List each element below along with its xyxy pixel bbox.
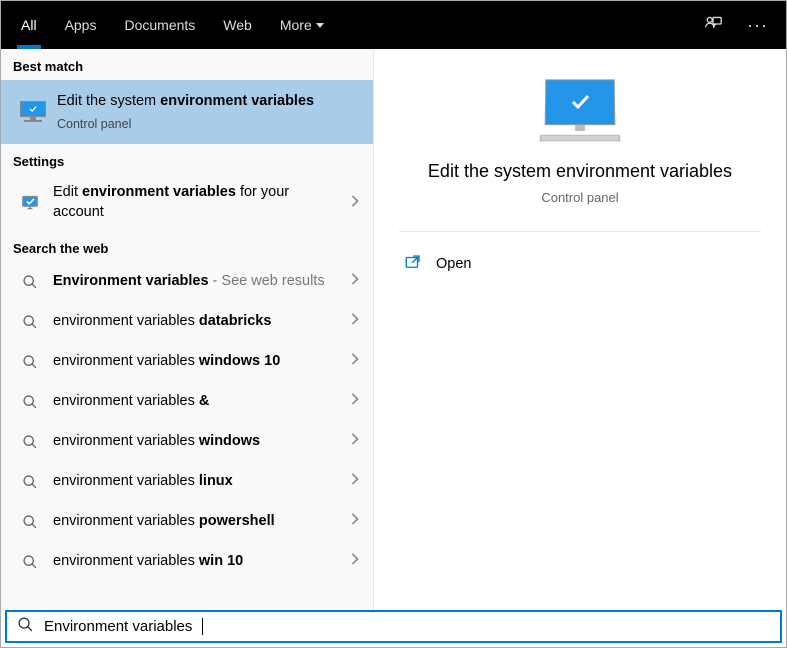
web-result-label: environment variables databricks	[53, 312, 338, 332]
best-match-subtitle: Control panel	[57, 116, 359, 133]
web-result-item[interactable]: environment variables windows 10	[1, 342, 373, 382]
chevron-down-icon	[316, 23, 324, 28]
chevron-right-icon	[350, 512, 359, 531]
system-properties-icon	[19, 195, 41, 211]
chevron-right-icon	[350, 432, 359, 451]
chevron-right-icon	[350, 472, 359, 491]
tab-documents[interactable]: Documents	[124, 1, 195, 49]
tab-apps[interactable]: Apps	[65, 1, 97, 49]
web-result-label: Environment variables - See web results	[53, 272, 338, 292]
web-result-item[interactable]: Environment variables - See web results	[1, 262, 373, 302]
web-result-label: environment variables windows	[53, 432, 338, 452]
search-icon	[19, 554, 41, 570]
settings-item-edit-env-account[interactable]: Edit environment variables for your acco…	[1, 175, 373, 230]
chevron-right-icon	[350, 272, 359, 291]
chevron-right-icon	[350, 352, 359, 371]
best-match-title: Edit the system environment variables Co…	[57, 92, 359, 132]
top-tab-bar: All Apps Documents Web More ···	[1, 1, 786, 49]
results-panel: Best match Edit the system environment v…	[1, 49, 374, 614]
web-result-label: environment variables &	[53, 392, 338, 412]
chevron-right-icon	[350, 392, 359, 411]
chevron-right-icon	[350, 552, 359, 571]
open-label: Open	[436, 256, 471, 272]
web-result-item[interactable]: environment variables powershell	[1, 502, 373, 542]
chevron-right-icon	[350, 194, 359, 213]
preview-title: Edit the system environment variables	[428, 161, 732, 182]
chevron-right-icon	[350, 312, 359, 331]
open-action[interactable]: Open	[404, 248, 756, 280]
ellipsis-icon[interactable]: ···	[747, 15, 768, 36]
search-box[interactable]: Environment variables	[5, 610, 782, 643]
open-icon	[404, 254, 422, 274]
web-result-label: environment variables windows 10	[53, 352, 338, 372]
web-result-item[interactable]: environment variables windows	[1, 422, 373, 462]
search-icon	[19, 434, 41, 450]
settings-header: Settings	[1, 144, 373, 175]
web-result-item[interactable]: environment variables linux	[1, 462, 373, 502]
search-icon	[19, 354, 41, 370]
web-result-item[interactable]: environment variables databricks	[1, 302, 373, 342]
search-icon	[19, 314, 41, 330]
search-icon	[19, 474, 41, 490]
search-web-header: Search the web	[1, 231, 373, 262]
settings-item-label: Edit environment variables for your acco…	[53, 183, 338, 222]
best-match-item[interactable]: Edit the system environment variables Co…	[1, 80, 373, 144]
search-icon	[19, 394, 41, 410]
search-icon	[19, 274, 41, 290]
web-result-label: environment variables linux	[53, 472, 338, 492]
system-properties-icon-large	[540, 79, 620, 143]
preview-panel: Edit the system environment variables Co…	[374, 49, 786, 614]
web-result-item[interactable]: environment variables &	[1, 382, 373, 422]
search-icon	[19, 514, 41, 530]
preview-subtitle: Control panel	[541, 190, 618, 205]
feedback-icon[interactable]	[703, 15, 723, 36]
web-result-item[interactable]: environment variables win 10	[1, 542, 373, 582]
tab-more[interactable]: More	[280, 1, 324, 49]
tab-web[interactable]: Web	[223, 1, 252, 49]
system-properties-icon	[19, 101, 47, 123]
best-match-header: Best match	[1, 49, 373, 80]
web-result-label: environment variables powershell	[53, 512, 338, 532]
web-result-label: environment variables win 10	[53, 552, 338, 572]
tab-all[interactable]: All	[21, 1, 37, 49]
